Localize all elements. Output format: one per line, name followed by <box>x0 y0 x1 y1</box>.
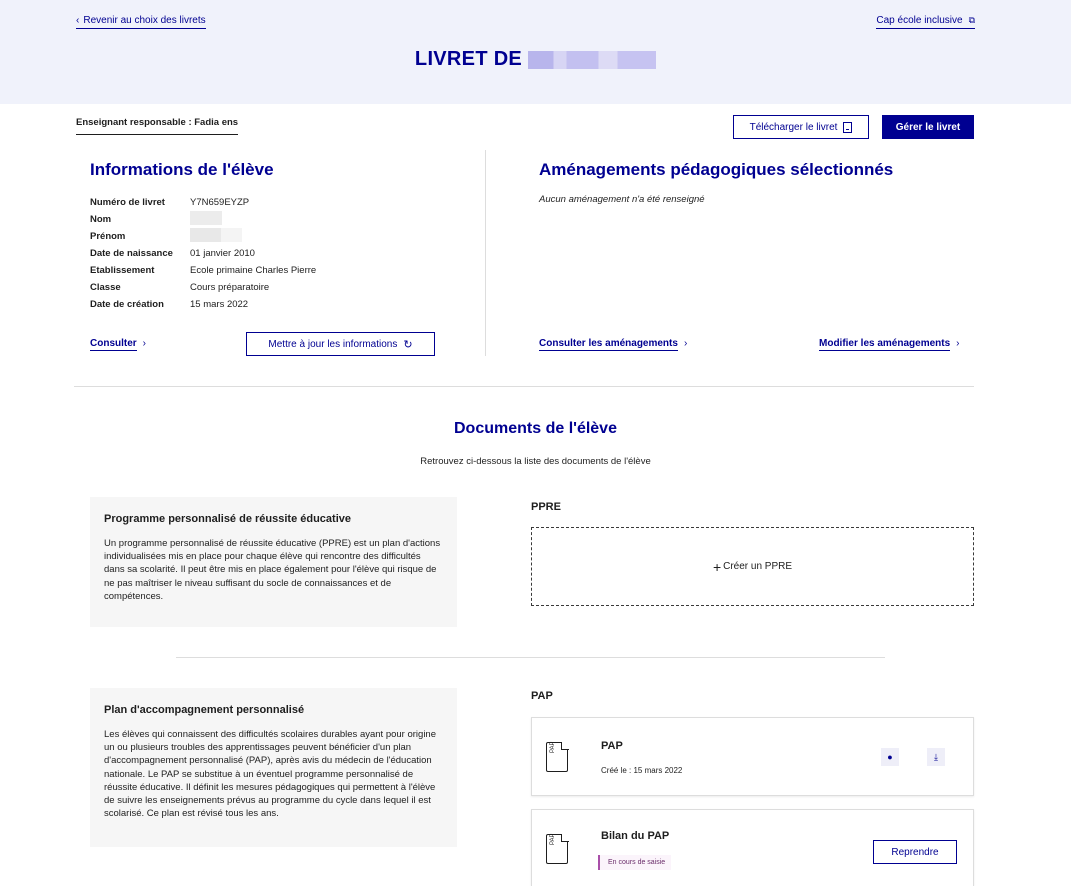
info-value: Y7N659EYZP <box>190 197 250 208</box>
info-label: Prénom <box>90 231 126 242</box>
cap-ecole-inclusive-link[interactable]: Cap école inclusive ⧉ <box>876 15 975 29</box>
external-link-icon: ⧉ <box>968 15 975 25</box>
file-icon-label: PAP <box>550 833 556 845</box>
info-row-last-name: Nom <box>90 211 316 228</box>
info-row-first-name: Prénom <box>90 228 316 245</box>
back-link-label: Revenir au choix des livrets <box>83 15 206 26</box>
header-banner: ‹ Revenir au choix des livrets Cap école … <box>0 0 1071 104</box>
download-booklet-label: Télécharger le livret <box>749 121 838 133</box>
chevron-right-icon: › <box>142 338 147 349</box>
documents-title: Documents de l'élève <box>454 420 617 437</box>
plus-icon: + <box>712 558 722 575</box>
section-divider <box>74 386 974 387</box>
file-icon: PAP <box>546 833 569 864</box>
info-label: Etablissement <box>90 265 155 276</box>
info-label: Nom <box>90 214 112 225</box>
chevron-left-icon: ‹ <box>76 15 80 26</box>
ppre-card-title: Programme personnalisé de réussite éduca… <box>104 513 351 525</box>
eye-icon: ● <box>887 752 893 762</box>
info-label: Date de création <box>90 299 164 310</box>
documents-divider <box>176 657 885 658</box>
chevron-right-icon: › <box>683 338 688 349</box>
bilan-pap-document-card: PAP Bilan du PAP En cours de saisie Repr… <box>531 809 974 886</box>
info-row-school: Etablissement Ecole primaine Charles Pier… <box>90 262 316 279</box>
info-label: Classe <box>90 282 121 293</box>
info-row-class: Classe Cours préparatoire <box>90 279 316 296</box>
manage-booklet-button[interactable]: Gérer le livret <box>882 115 974 139</box>
student-info-table: Numéro de livret Y7N659EYZP Nom Prénom Da… <box>90 194 316 313</box>
consult-info-link[interactable]: Consulter › <box>90 338 147 351</box>
bilan-pap-document-name: Bilan du PAP <box>601 830 670 842</box>
status-badge: En cours de saisie <box>598 855 672 870</box>
info-label: Numéro de livret <box>90 197 165 208</box>
create-ppre-button[interactable]: + Créer un PPRE <box>531 527 974 606</box>
info-row-booklet-number: Numéro de livret Y7N659EYZP <box>90 194 316 211</box>
page-title-text: LIVRET DE <box>414 48 523 70</box>
pap-card-text: Les élèves qui connaissent des difficult… <box>104 729 436 820</box>
pap-document-card: PAP PAP Créé le : 15 mars 2022 ● ⤓ <box>531 717 974 796</box>
student-info-title: Informations de l'élève <box>90 160 274 179</box>
download-booklet-button[interactable]: Télécharger le livret <box>733 115 869 139</box>
back-link[interactable]: ‹ Revenir au choix des livrets <box>76 15 206 29</box>
cap-link-label: Cap école inclusive <box>876 15 963 26</box>
ppre-card-text: Un programme personnalisé de réussite éd… <box>104 538 441 602</box>
pap-heading: PAP <box>531 690 553 702</box>
page-title: LIVRET DE <box>0 48 1071 71</box>
info-value: 01 janvier 2010 <box>190 248 255 259</box>
info-label: Date de naissance <box>90 248 173 259</box>
download-pap-button[interactable]: ⤓ <box>927 748 945 766</box>
chevron-right-icon: › <box>956 338 960 349</box>
ppre-heading: PPRE <box>531 501 561 513</box>
ppre-description-card: Programme personnalisé de réussite éduca… <box>90 497 457 627</box>
file-icon: PAP <box>546 741 569 772</box>
info-row-birth-date: Date de naissance 01 janvier 2010 <box>90 245 316 262</box>
consult-info-label: Consulter <box>90 338 137 351</box>
student-name-blurred <box>528 50 657 69</box>
info-value: Ecole primaine Charles Pierre <box>190 265 317 276</box>
pap-document-name: PAP <box>601 740 623 752</box>
update-info-label: Mettre à jour les informations <box>268 338 398 350</box>
redacted-value <box>190 228 242 242</box>
info-row-creation-date: Date de création 15 mars 2022 <box>90 296 316 313</box>
document-download-icon <box>843 121 853 133</box>
create-ppre-label: Créer un PPRE <box>723 561 793 572</box>
consult-amenagements-label: Consulter les aménagements <box>539 338 678 351</box>
pap-card-title: Plan d'accompagnement personnalisé <box>104 704 305 716</box>
info-value: 15 mars 2022 <box>190 299 249 310</box>
refresh-icon: ↻ <box>403 338 413 351</box>
download-icon: ⤓ <box>934 751 938 762</box>
modify-amenagements-label: Modifier les aménagements <box>819 338 951 351</box>
file-icon-label: PAP <box>550 741 556 753</box>
redacted-value <box>190 211 222 225</box>
info-value: Cours préparatoire <box>190 282 270 293</box>
resume-bilan-button[interactable]: Reprendre <box>873 840 957 864</box>
pap-description-card: Plan d'accompagnement personnalisé Les é… <box>90 688 457 847</box>
info-value-blurred <box>190 228 242 245</box>
section-divider-vertical <box>485 150 486 356</box>
amenagements-title: Aménagements pédagogiques sélectionnés <box>539 160 894 179</box>
teacher-responsible: Enseignant responsable : Fadia ens <box>76 117 239 135</box>
view-pap-button[interactable]: ● <box>881 748 899 766</box>
update-info-button[interactable]: Mettre à jour les informations ↻ <box>246 332 435 356</box>
info-value-blurred <box>190 211 222 228</box>
modify-amenagements-link[interactable]: Modifier les aménagements › <box>819 338 960 351</box>
amenagements-empty-text: Aucun aménagement n'a été renseigné <box>539 194 705 205</box>
pap-document-date: Créé le : 15 mars 2022 <box>601 766 683 775</box>
documents-subtitle: Retrouvez ci-dessous la liste des docume… <box>420 456 651 467</box>
consult-amenagements-link[interactable]: Consulter les aménagements › <box>539 338 688 351</box>
